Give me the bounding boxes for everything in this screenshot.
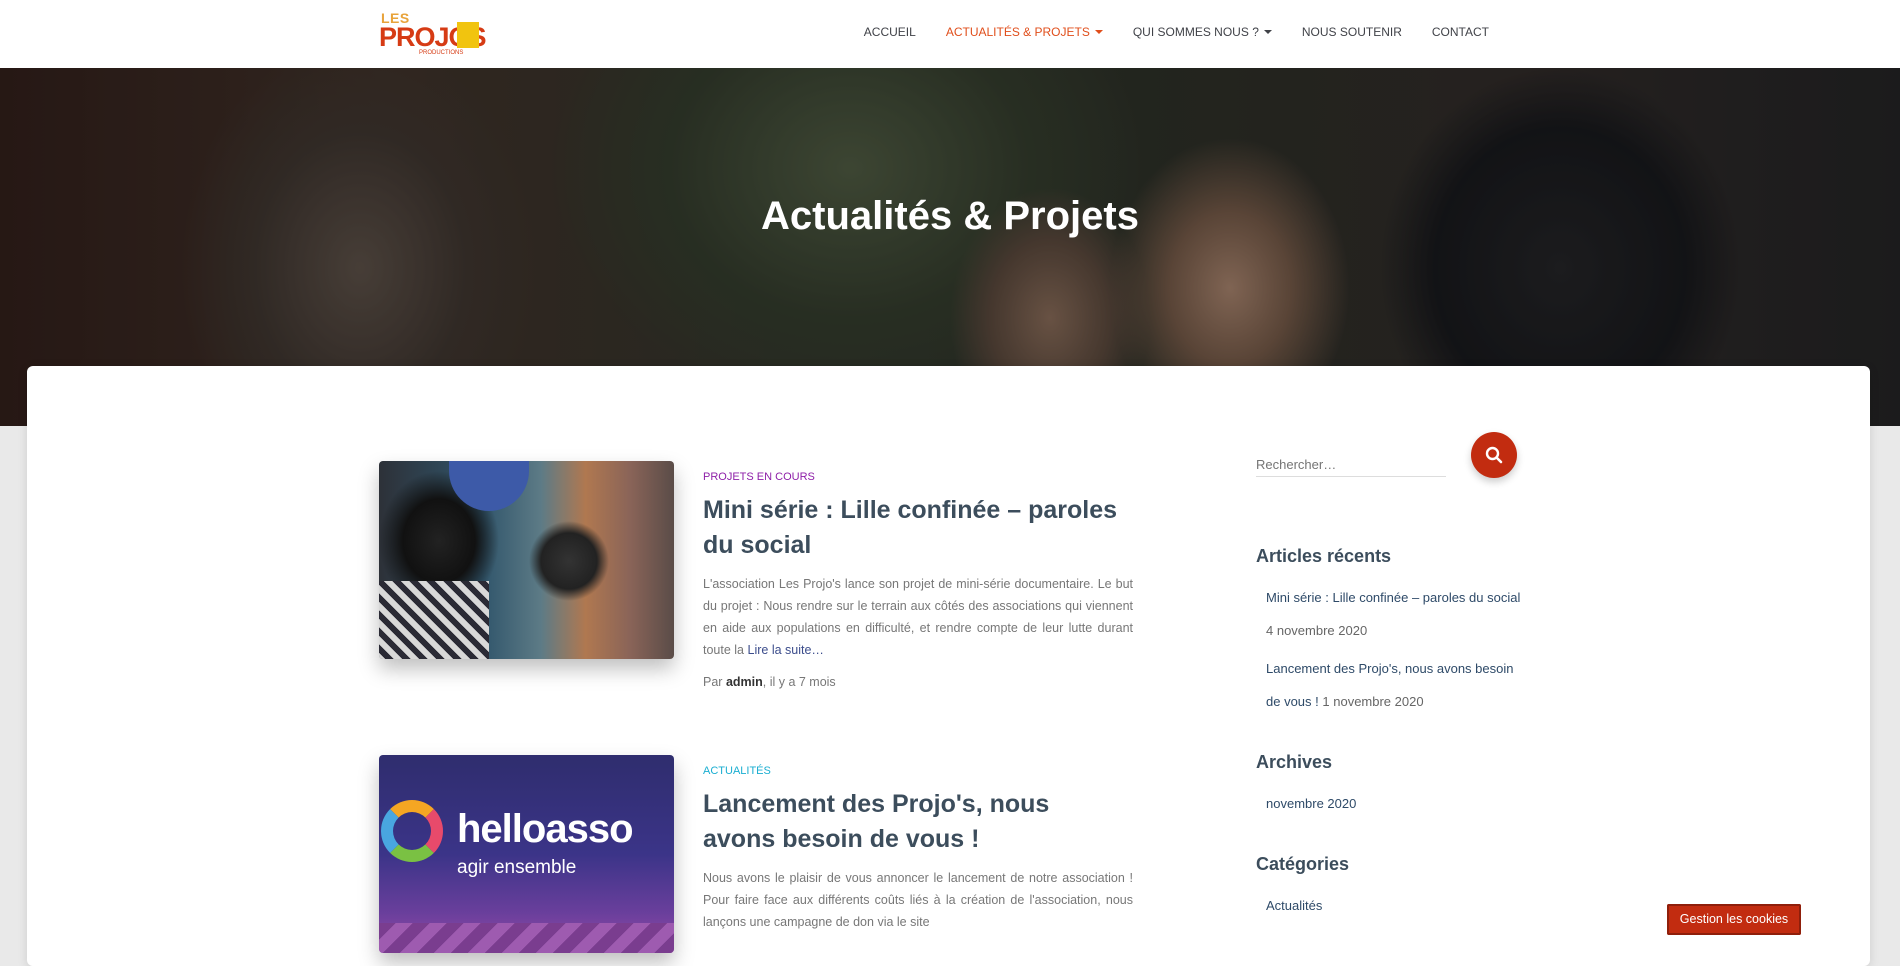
recent-post-item[interactable]: Mini série : Lille confinée – paroles du… — [1266, 581, 1521, 647]
site-logo[interactable]: LES PROJOS PRODUCTIONS — [379, 8, 487, 58]
nav-item-actualites-projets[interactable]: ACTUALITÉS & PROJETS — [931, 25, 1118, 39]
caret-down-icon — [1094, 30, 1103, 34]
thumb-brand: helloasso — [457, 807, 634, 851]
main-nav: ACCUEIL ACTUALITÉS & PROJETS QUI SOMMES … — [849, 25, 1504, 39]
post-title[interactable]: Mini série : Lille confinée – paroles du… — [703, 493, 1123, 563]
nav-item-contact[interactable]: CONTACT — [1417, 25, 1504, 39]
thumb-tagline: agir ensemble — [457, 857, 577, 878]
nav-item-nous-soutenir[interactable]: NOUS SOUTENIR — [1287, 25, 1417, 39]
page-title: Actualités & Projets — [761, 194, 1139, 238]
logo-tagline: PRODUCTIONS — [419, 50, 464, 56]
mountains-shape — [379, 923, 674, 953]
checkered-shirt-shape — [379, 581, 489, 659]
categories-title: Catégories — [1256, 854, 1350, 874]
post-thumbnail[interactable] — [379, 461, 674, 659]
category-item[interactable]: Actualités — [1266, 889, 1521, 922]
post-title[interactable]: Lancement des Projo's, nous avons besoin… — [703, 787, 1123, 857]
navbar: LES PROJOS PRODUCTIONS ACCUEIL ACTUALITÉ… — [0, 0, 1900, 68]
author-link[interactable]: admin — [726, 675, 763, 689]
search-icon — [1485, 446, 1503, 464]
search-button[interactable] — [1471, 432, 1517, 478]
recent-post-item[interactable]: Lancement des Projo's, nous avons besoin… — [1266, 652, 1521, 718]
helloasso-logo-icon — [381, 800, 443, 862]
archive-item[interactable]: novembre 2020 — [1266, 787, 1521, 820]
cookie-settings-button[interactable]: Gestion les cookies — [1667, 904, 1801, 935]
post-thumbnail[interactable]: helloasso agir ensemble — [379, 755, 674, 953]
post-category[interactable]: ACTUALITÉS — [703, 765, 771, 777]
nav-item-accueil[interactable]: ACCUEIL — [849, 25, 931, 39]
recent-posts-title: Articles récents — [1256, 546, 1392, 566]
post-category[interactable]: PROJETS EN COURS — [703, 471, 815, 483]
archives-title: Archives — [1256, 752, 1333, 772]
read-more-link[interactable]: Lire la suite… — [748, 643, 824, 657]
cap-shape — [449, 461, 529, 511]
search-input[interactable] — [1256, 444, 1446, 477]
post-excerpt: Nous avons le plaisir de vous annoncer l… — [703, 871, 1133, 929]
post-excerpt: L'association Les Projo's lance son proj… — [703, 577, 1133, 657]
film-reel-icon — [457, 22, 479, 48]
caret-down-icon — [1263, 30, 1272, 34]
nav-item-qui-sommes-nous[interactable]: QUI SOMMES NOUS ? — [1118, 25, 1287, 39]
post-byline: Par admin, il y a 7 mois — [703, 675, 836, 689]
